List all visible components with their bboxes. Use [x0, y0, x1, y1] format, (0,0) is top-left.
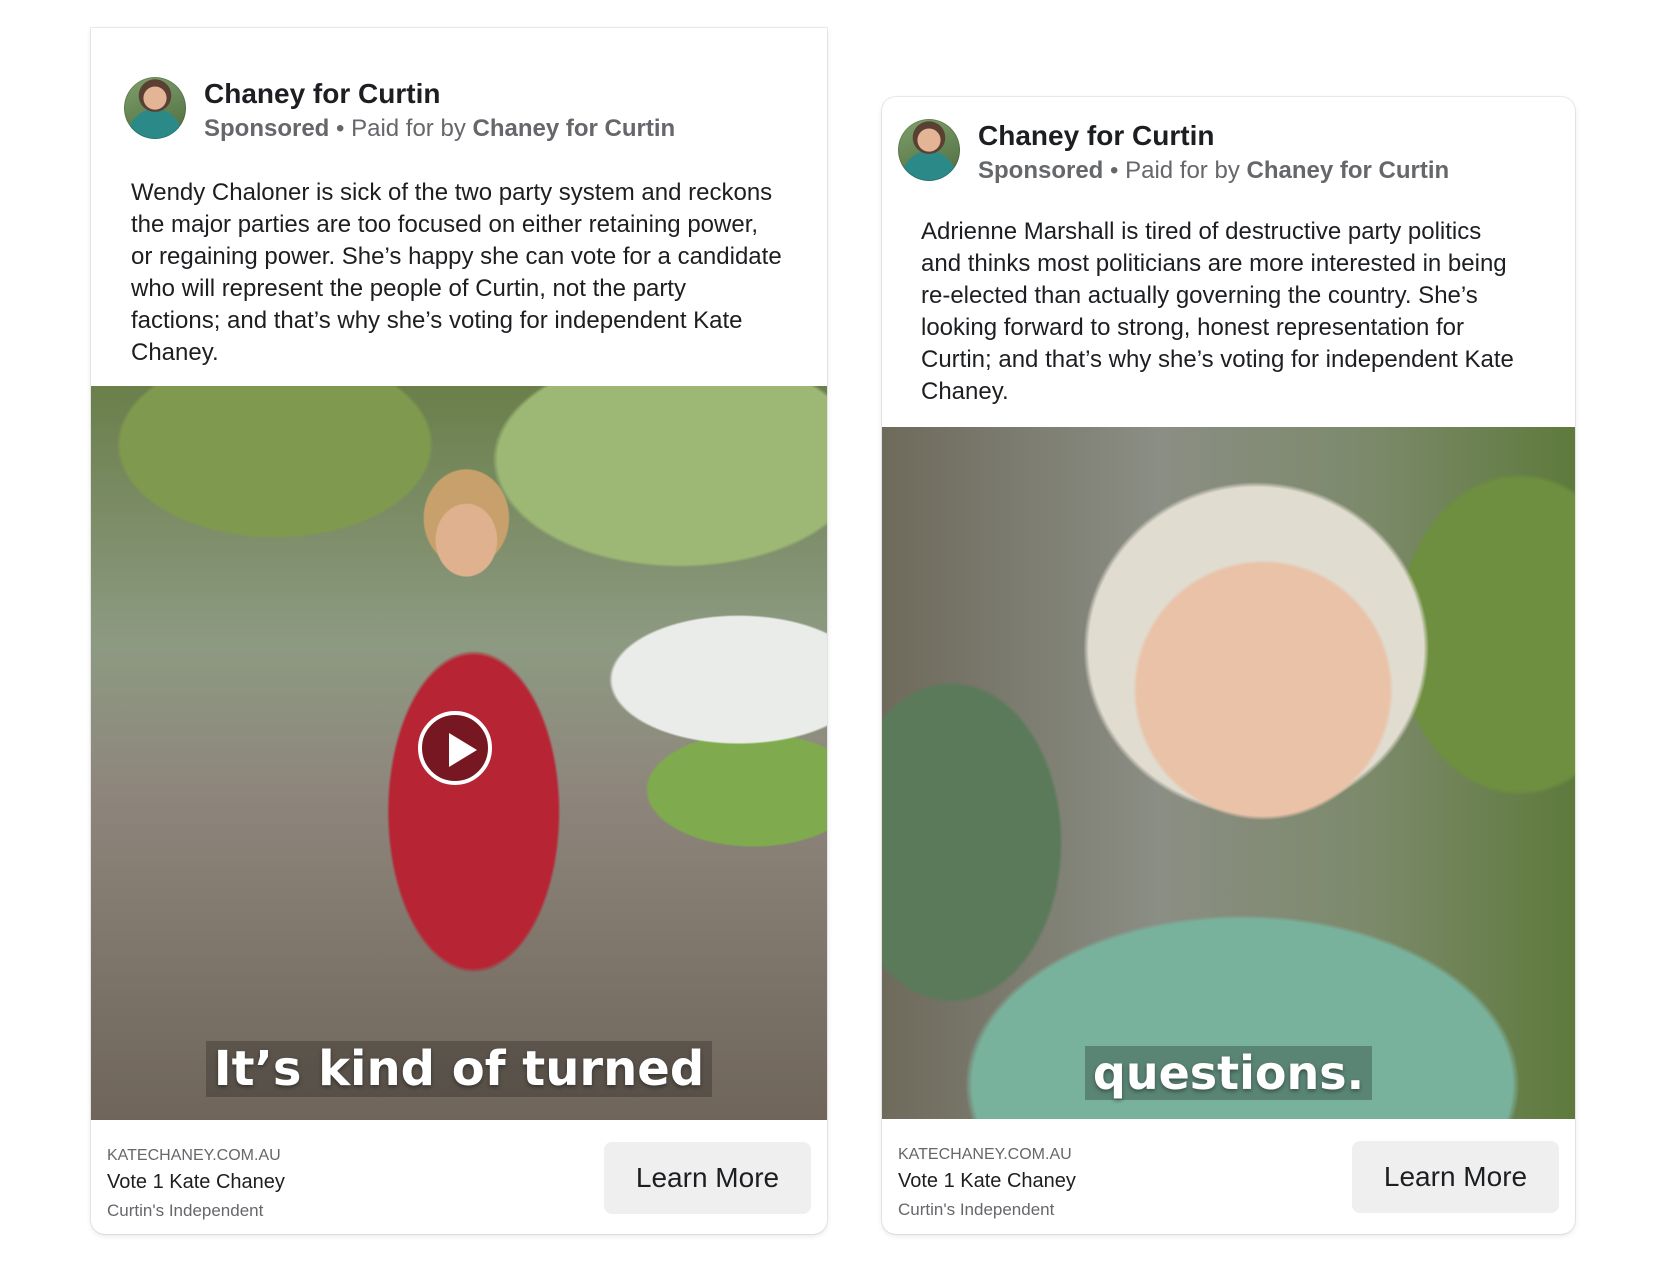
sponsored-label: Sponsored [204, 115, 330, 142]
play-button-icon[interactable] [418, 711, 492, 785]
link-domain: KATECHANEY.COM.AU [107, 1147, 281, 1164]
link-headline: Vote 1 Kate Chaney [107, 1171, 285, 1193]
ad-video[interactable]: questions. [882, 427, 1575, 1119]
link-headline: Vote 1 Kate Chaney [898, 1170, 1076, 1192]
ad-header: Chaney for Curtin Sponsored • Paid for b… [124, 77, 764, 143]
paid-for-prefix: • Paid for by [336, 115, 466, 142]
sponsored-label: Sponsored [978, 157, 1104, 184]
ad-card: Chaney for Curtin Sponsored • Paid for b… [882, 97, 1575, 1234]
sponsor-line: Sponsored • Paid for by Chaney for Curti… [204, 115, 675, 143]
link-description: Curtin's Independent [898, 1200, 1055, 1219]
ad-body-text: Adrienne Marshall is tired of destructiv… [921, 218, 1514, 405]
learn-more-button[interactable]: Learn More [604, 1142, 811, 1214]
ad-link-footer[interactable]: KATECHANEY.COM.AU Vote 1 Kate Chaney Cur… [882, 1119, 1575, 1234]
video-caption: It’s kind of turned [91, 1041, 827, 1097]
ad-link-footer[interactable]: KATECHANEY.COM.AU Vote 1 Kate Chaney Cur… [91, 1120, 827, 1234]
learn-more-button[interactable]: Learn More [1352, 1141, 1559, 1213]
page-name[interactable]: Chaney for Curtin [978, 120, 1214, 152]
link-domain: KATECHANEY.COM.AU [898, 1146, 1072, 1163]
ad-video[interactable]: It’s kind of turned [91, 386, 827, 1120]
video-caption-text: questions. [1084, 1046, 1373, 1100]
sponsor-line: Sponsored • Paid for by Chaney for Curti… [978, 157, 1449, 185]
ad-body-text: Wendy Chaloner is sick of the two party … [131, 179, 782, 366]
paid-for-prefix: • Paid for by [1110, 157, 1240, 184]
ad-header: Chaney for Curtin Sponsored • Paid for b… [898, 119, 1538, 185]
video-frame [882, 427, 1575, 1119]
video-caption-text: It’s kind of turned [205, 1041, 713, 1097]
paid-for-by: Chaney for Curtin [472, 115, 676, 142]
page-name[interactable]: Chaney for Curtin [204, 78, 440, 110]
page-avatar[interactable] [898, 119, 960, 181]
paid-for-by: Chaney for Curtin [1246, 157, 1450, 184]
ad-card: Chaney for Curtin Sponsored • Paid for b… [91, 28, 827, 1234]
link-description: Curtin's Independent [107, 1201, 264, 1220]
video-caption: questions. [882, 1046, 1575, 1100]
page-avatar[interactable] [124, 77, 186, 139]
